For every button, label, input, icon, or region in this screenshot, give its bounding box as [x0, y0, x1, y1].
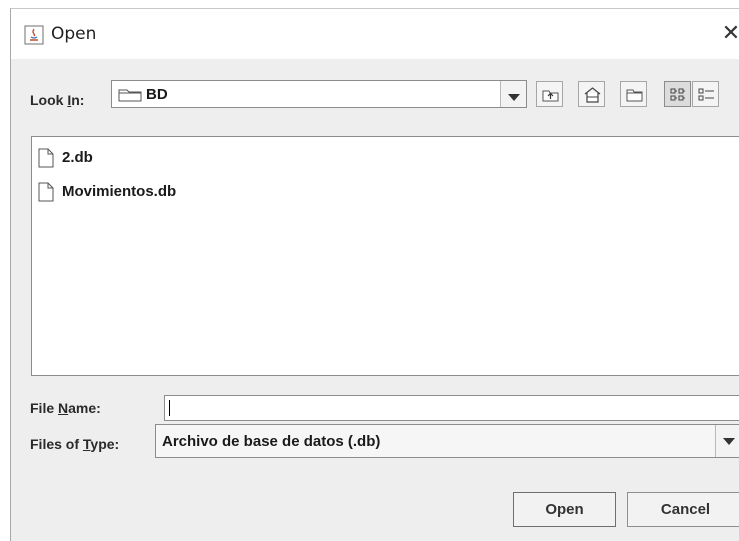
close-icon[interactable]: ✕ [717, 21, 739, 47]
files-of-type-value: Archivo de base de datos (.db) [162, 433, 381, 450]
chevron-down-icon[interactable] [715, 425, 739, 457]
file-icon [38, 148, 54, 168]
open-dialog: Open ✕ Look In: BD 2.db Movimientos.db F… [10, 8, 739, 541]
java-app-icon [24, 25, 44, 45]
new-folder-icon [626, 89, 643, 102]
file-name: 2.db [62, 149, 93, 166]
title-bar[interactable]: Open ✕ [11, 9, 739, 59]
up-one-level-icon [542, 90, 559, 102]
files-of-type-label: Files of Type: [30, 436, 120, 452]
details-view-button[interactable] [692, 81, 719, 107]
file-list[interactable]: 2.db Movimientos.db [31, 136, 739, 376]
files-of-type-combo[interactable]: Archivo de base de datos (.db) [155, 424, 739, 458]
cancel-button[interactable]: Cancel [627, 492, 739, 527]
file-name: Movimientos.db [62, 183, 177, 200]
file-name-label: File Name: [30, 400, 101, 416]
home-button[interactable] [578, 81, 605, 107]
look-in-label: Look In: [30, 92, 85, 108]
chevron-down-icon[interactable] [500, 81, 526, 107]
open-button[interactable]: Open [513, 492, 616, 527]
look-in-combo[interactable]: BD [111, 80, 527, 108]
look-in-value: BD [146, 86, 168, 103]
list-view-icon [670, 88, 685, 101]
new-folder-button[interactable] [620, 81, 647, 107]
window-title: Open [51, 24, 97, 44]
home-icon [584, 87, 601, 103]
text-caret [169, 400, 170, 416]
up-one-level-button[interactable] [536, 81, 563, 107]
file-icon [38, 182, 54, 202]
folder-icon [118, 89, 142, 102]
file-name-input[interactable] [164, 395, 739, 421]
details-view-icon [698, 88, 714, 101]
list-view-button[interactable] [664, 81, 691, 107]
